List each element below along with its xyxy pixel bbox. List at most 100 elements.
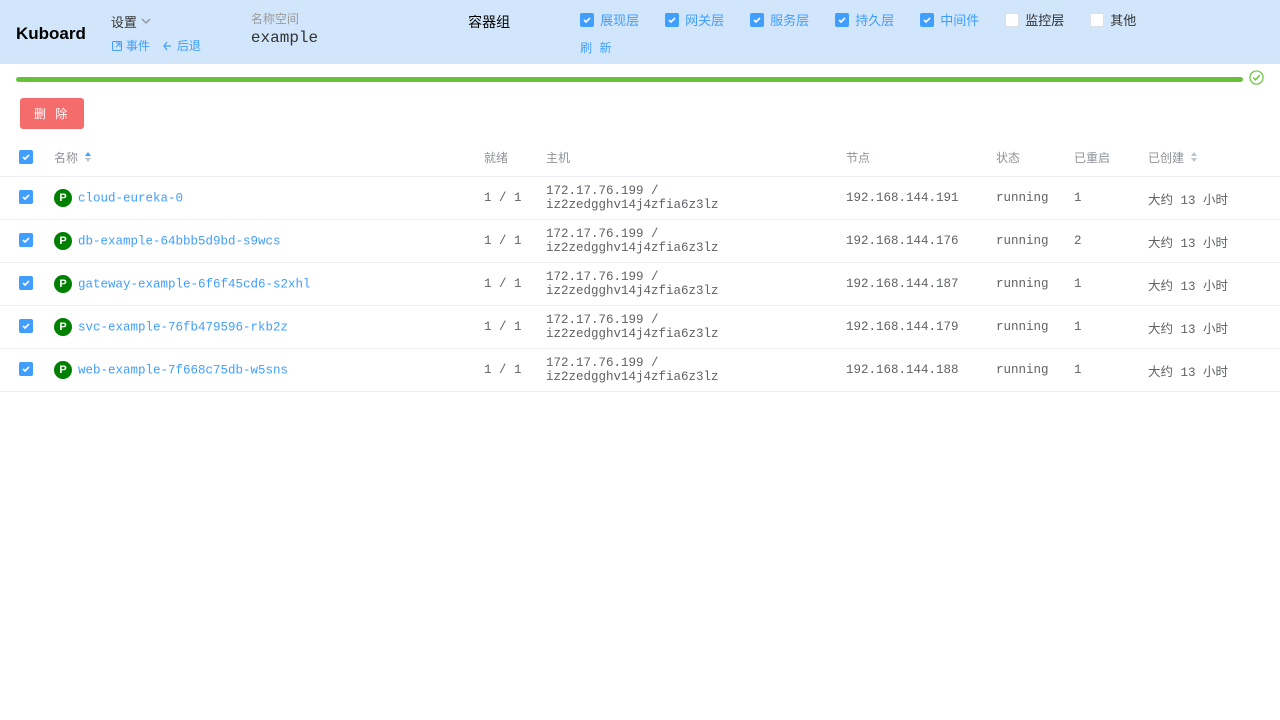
col-host: 主机 [538,139,838,177]
chevron-down-icon [141,14,151,29]
node-cell: 192.168.144.191 [838,177,988,220]
external-icon [111,40,123,52]
created-cell: 大约 13 小时 [1140,263,1280,306]
host-cell: 172.17.76.199 / iz2zedgghv14j4zfia6z3lz [538,177,838,220]
restarts-cell: 1 [1066,263,1140,306]
pod-link[interactable]: gateway-example-6f6f45cd6-s2xhl [78,278,311,292]
settings-dropdown[interactable]: 设置 [111,10,201,31]
checkbox-icon [920,13,934,27]
row-checkbox-cell[interactable] [0,349,46,392]
table-row: Pgateway-example-6f6f45cd6-s2xhl1 / 1172… [0,263,1280,306]
row-checkbox-cell[interactable] [0,177,46,220]
table-row: Pcloud-eureka-01 / 1172.17.76.199 / iz2z… [0,177,1280,220]
col-name-label: 名称 [54,151,78,165]
refresh-link[interactable]: 刷 新 [580,39,1136,56]
back-label: 后退 [177,37,201,54]
col-ready: 就绪 [476,139,538,177]
sort-icon [83,151,93,166]
table-row: Pweb-example-7f668c75db-w5sns1 / 1172.17… [0,349,1280,392]
filter-checkbox[interactable]: 监控层 [1005,10,1064,29]
filter-label: 中间件 [940,10,979,29]
pod-link[interactable]: web-example-7f668c75db-w5sns [78,364,288,378]
filter-checkbox[interactable]: 展现层 [580,10,639,29]
ready-cell: 1 / 1 [476,306,538,349]
namespace-block: 名称空间 example [251,10,318,47]
checkbox-icon [19,190,33,204]
pod-badge-icon: P [54,189,72,207]
brand-title: Kuboard [16,10,91,44]
pod-link[interactable]: cloud-eureka-0 [78,192,183,206]
pods-table: 名称 就绪 主机 节点 状态 已重启 已创建 Pcloud-eureka-0 1 … [0,139,1280,392]
col-name[interactable]: 名称 [46,139,476,177]
filter-checkbox[interactable]: 持久层 [835,10,894,29]
success-icon [1249,70,1264,88]
host-cell: 172.17.76.199 / iz2zedgghv14j4zfia6z3lz [538,306,838,349]
name-cell: Psvc-example-76fb479596-rkb2z [46,306,476,349]
row-checkbox-cell[interactable] [0,220,46,263]
namespace-label: 名称空间 [251,10,318,27]
filters-row: 展现层 网关层 服务层 持久层 中间件 监控层 其他 [580,10,1136,29]
filter-label: 监控层 [1025,10,1064,29]
filter-label: 展现层 [600,10,639,29]
host-cell: 172.17.76.199 / iz2zedgghv14j4zfia6z3lz [538,349,838,392]
filter-checkbox[interactable]: 服务层 [750,10,809,29]
pod-badge-icon: P [54,318,72,336]
col-status: 状态 [988,139,1066,177]
restarts-cell: 1 [1066,177,1140,220]
checkbox-icon [1090,13,1104,27]
filters: 展现层 网关层 服务层 持久层 中间件 监控层 其他 刷 新 [580,10,1136,56]
toolbar: 删 除 [0,92,1280,139]
filter-label: 网关层 [685,10,724,29]
events-label: 事件 [126,37,150,54]
pod-badge-icon: P [54,232,72,250]
status-cell: running [988,306,1066,349]
created-cell: 大约 13 小时 [1140,349,1280,392]
created-cell: 大约 13 小时 [1140,177,1280,220]
settings-block: 设置 事件 后退 [111,10,201,54]
table-body: Pcloud-eureka-01 / 1172.17.76.199 / iz2z… [0,177,1280,392]
select-all-header[interactable] [0,139,46,177]
back-link[interactable]: 后退 [162,37,201,54]
namespace-value: example [251,29,318,47]
checkbox-icon [19,150,33,164]
events-link[interactable]: 事件 [111,37,150,54]
checkbox-icon [19,276,33,290]
col-restarts: 已重启 [1066,139,1140,177]
status-cell: running [988,220,1066,263]
progress-bar [16,77,1243,82]
host-cell: 172.17.76.199 / iz2zedgghv14j4zfia6z3lz [538,263,838,306]
checkbox-icon [1005,13,1019,27]
filter-checkbox[interactable]: 网关层 [665,10,724,29]
sort-icon [1189,151,1199,166]
node-cell: 192.168.144.188 [838,349,988,392]
row-checkbox-cell[interactable] [0,306,46,349]
restarts-cell: 1 [1066,306,1140,349]
row-checkbox-cell[interactable] [0,263,46,306]
node-cell: 192.168.144.176 [838,220,988,263]
created-cell: 大约 13 小时 [1140,306,1280,349]
col-created[interactable]: 已创建 [1140,139,1280,177]
node-cell: 192.168.144.179 [838,306,988,349]
filter-checkbox[interactable]: 中间件 [920,10,979,29]
name-cell: Pdb-example-64bbb5d9bd-s9wcs [46,220,476,263]
created-cell: 大约 13 小时 [1140,220,1280,263]
col-node: 节点 [838,139,988,177]
pod-badge-icon: P [54,275,72,293]
checkbox-icon [19,319,33,333]
filter-label: 其他 [1110,10,1136,29]
pod-badge-icon: P [54,361,72,379]
restarts-cell: 1 [1066,349,1140,392]
filter-checkbox[interactable]: 其他 [1090,10,1136,29]
checkbox-icon [835,13,849,27]
status-cell: running [988,177,1066,220]
checkbox-icon [750,13,764,27]
checkbox-icon [19,233,33,247]
arrow-left-icon [162,40,174,52]
page-title: 容器组 [468,10,510,32]
delete-button[interactable]: 删 除 [20,98,84,129]
table-row: Psvc-example-76fb479596-rkb2z1 / 1172.17… [0,306,1280,349]
col-created-label: 已创建 [1148,151,1184,165]
pod-link[interactable]: svc-example-76fb479596-rkb2z [78,321,288,335]
name-cell: Pweb-example-7f668c75db-w5sns [46,349,476,392]
pod-link[interactable]: db-example-64bbb5d9bd-s9wcs [78,235,281,249]
